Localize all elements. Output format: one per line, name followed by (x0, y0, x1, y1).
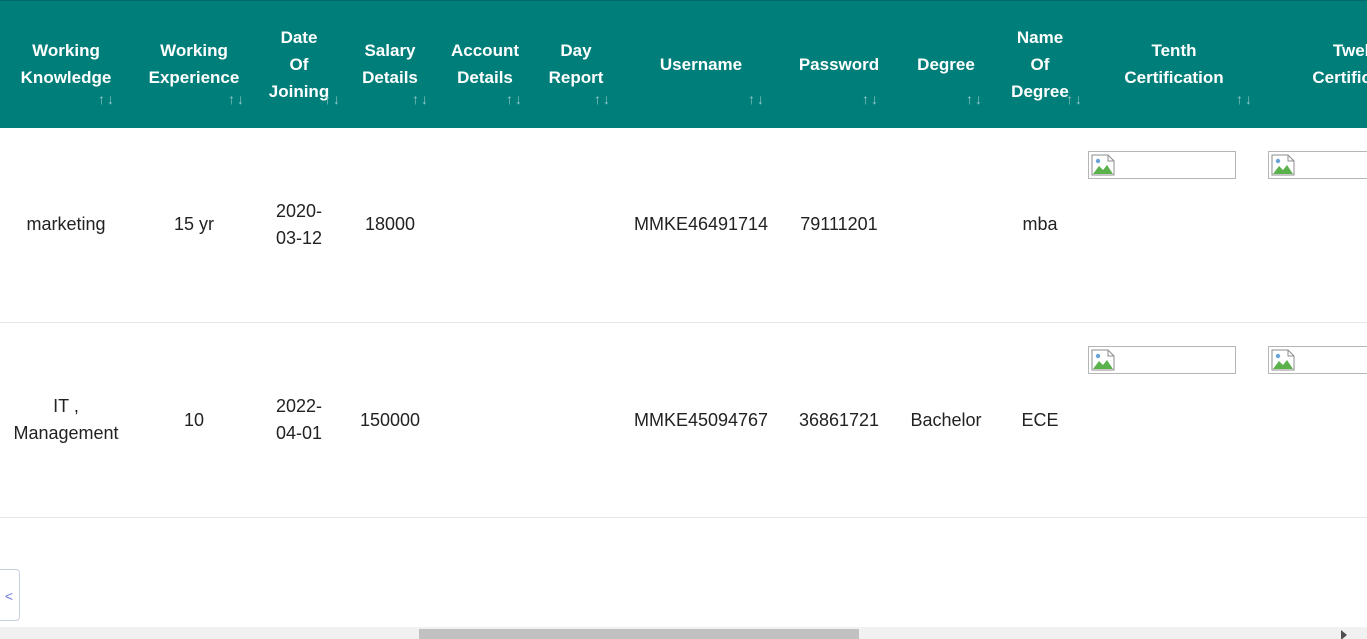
cell-value: mba (1022, 214, 1058, 235)
scrollbar-thumb[interactable] (419, 629, 859, 639)
table-row: marketing 15 yr 2020- 03-12 18000 MMKE464917… (0, 128, 1367, 323)
cell-salary-details: 18000 (342, 128, 438, 323)
sort-arrows-icon[interactable]: ↑↓ (1236, 92, 1254, 106)
cell-working-experience: 10 (132, 323, 256, 518)
cell-twelfth-certification (1264, 323, 1367, 518)
horizontal-scrollbar[interactable] (0, 627, 1367, 639)
cell-value: 18000 (364, 214, 416, 235)
cell-username: MMKE45094767 (620, 323, 782, 518)
column-header-label: Tenth Certification (1124, 41, 1224, 88)
cell-value: MMKE45094767 (633, 409, 769, 430)
column-header-label: Account Details (451, 41, 519, 88)
column-header-date-of-joining[interactable]: Date Of Joining ↑↓ (256, 0, 342, 128)
cell-value: Bachelor (910, 409, 982, 430)
column-header-salary-details[interactable]: Salary Details ↑↓ (342, 0, 438, 128)
column-header-password[interactable]: Password ↑↓ (782, 0, 896, 128)
cell-account-details (438, 128, 532, 323)
cell-day-report (532, 323, 620, 518)
column-header-working-experience[interactable]: Working Experience ↑↓ (132, 0, 256, 128)
column-header-label: Working Experience (148, 41, 240, 88)
column-header-label: Date Of Joining (268, 27, 330, 101)
table-row: IT , Management 10 2022- 04-01 150000 MMKE45… (0, 323, 1367, 518)
cell-password: 36861721 (782, 323, 896, 518)
broken-image-icon[interactable] (1088, 346, 1236, 374)
column-header-working-knowledge[interactable]: Working Knowledge ↑↓ (0, 0, 132, 128)
column-header-label: Day Report (548, 41, 604, 88)
cell-working-knowledge: marketing (0, 128, 132, 323)
column-header-degree[interactable]: Degree ↑↓ (896, 0, 996, 128)
broken-image-icon[interactable] (1268, 346, 1367, 374)
scroll-right-arrow-icon[interactable] (1341, 630, 1347, 639)
broken-image-icon[interactable] (1268, 150, 1367, 179)
cell-value: IT , Management (13, 396, 119, 443)
sort-arrows-icon[interactable]: ↑↓ (1066, 92, 1084, 106)
cell-value: 2020- 03-12 (275, 200, 323, 248)
column-header-label: Name Of Degree (1011, 27, 1069, 101)
sort-arrows-icon[interactable]: ↑↓ (324, 92, 342, 106)
column-header-label: Twelfth Certification (1312, 41, 1367, 88)
sort-arrows-icon[interactable]: ↑↓ (412, 92, 430, 106)
cell-salary-details: 150000 (342, 323, 438, 518)
cell-date-of-joining: 2022- 04-01 (256, 323, 342, 518)
column-header-label: Password (798, 54, 880, 74)
cell-value: 79111201 (800, 214, 878, 235)
column-header-username[interactable]: Username ↑↓ (620, 0, 782, 128)
column-header-label: Working Knowledge (20, 41, 112, 88)
cell-tenth-certification (1084, 323, 1264, 518)
cell-value: marketing (26, 214, 106, 235)
cell-value: 2022- 04-01 (275, 396, 323, 443)
sort-arrows-icon[interactable]: ↑↓ (506, 92, 524, 106)
column-header-twelfth-certification[interactable]: Twelfth Certification↑↓ (1264, 0, 1367, 128)
cell-password: 79111201 (782, 128, 896, 323)
cell-value: ECE (1021, 409, 1059, 430)
sort-arrows-icon[interactable]: ↑↓ (98, 92, 116, 106)
table-header-row: Working Knowledge ↑↓ Working Experience ↑↓ D… (0, 0, 1367, 128)
column-header-label: Username (659, 54, 743, 74)
employee-table-viewport: Working Knowledge ↑↓ Working Experience ↑↓ D… (0, 0, 1367, 639)
cell-name-of-degree: mba (996, 128, 1084, 323)
cell-value: 150000 (359, 409, 421, 430)
table-body: marketing 15 yr 2020- 03-12 18000 MMKE464917… (0, 128, 1367, 518)
cell-working-experience: 15 yr (132, 128, 256, 323)
sort-arrows-icon[interactable]: ↑↓ (748, 92, 766, 106)
cell-day-report (532, 128, 620, 323)
column-header-day-report[interactable]: Day Report ↑↓ (532, 0, 620, 128)
cell-value: 36861721 (798, 409, 880, 430)
cell-value: 15 yr (173, 214, 215, 235)
cell-date-of-joining: 2020- 03-12 (256, 128, 342, 323)
cell-tenth-certification (1084, 128, 1264, 323)
broken-image-icon[interactable] (1088, 150, 1236, 179)
column-header-tenth-certification[interactable]: Tenth Certification ↑↓ (1084, 0, 1264, 128)
employee-table: Working Knowledge ↑↓ Working Experience ↑↓ D… (0, 0, 1367, 518)
cell-degree: Bachelor (896, 323, 996, 518)
cell-value: MMKE46491714 (633, 214, 769, 235)
column-header-account-details[interactable]: Account Details ↑↓ (438, 0, 532, 128)
cell-username: MMKE46491714 (620, 128, 782, 323)
pagination-prev-button[interactable]: < (0, 569, 20, 621)
cell-account-details (438, 323, 532, 518)
sort-arrows-icon[interactable]: ↑↓ (862, 92, 880, 106)
cell-working-knowledge: IT , Management (0, 323, 132, 518)
cell-degree (896, 128, 996, 323)
cell-twelfth-certification (1264, 128, 1367, 323)
table-container: Working Knowledge ↑↓ Working Experience ↑↓ D… (0, 0, 1367, 520)
cell-name-of-degree: ECE (996, 323, 1084, 518)
column-header-label: Degree (917, 54, 975, 74)
sort-arrows-icon[interactable]: ↑↓ (966, 92, 984, 106)
column-header-label: Salary Details (362, 41, 418, 88)
column-header-name-of-degree[interactable]: Name Of Degree ↑↓ (996, 0, 1084, 128)
cell-value: 10 (183, 409, 205, 430)
sort-arrows-icon[interactable]: ↑↓ (594, 92, 612, 106)
sort-arrows-icon[interactable]: ↑↓ (228, 92, 246, 106)
